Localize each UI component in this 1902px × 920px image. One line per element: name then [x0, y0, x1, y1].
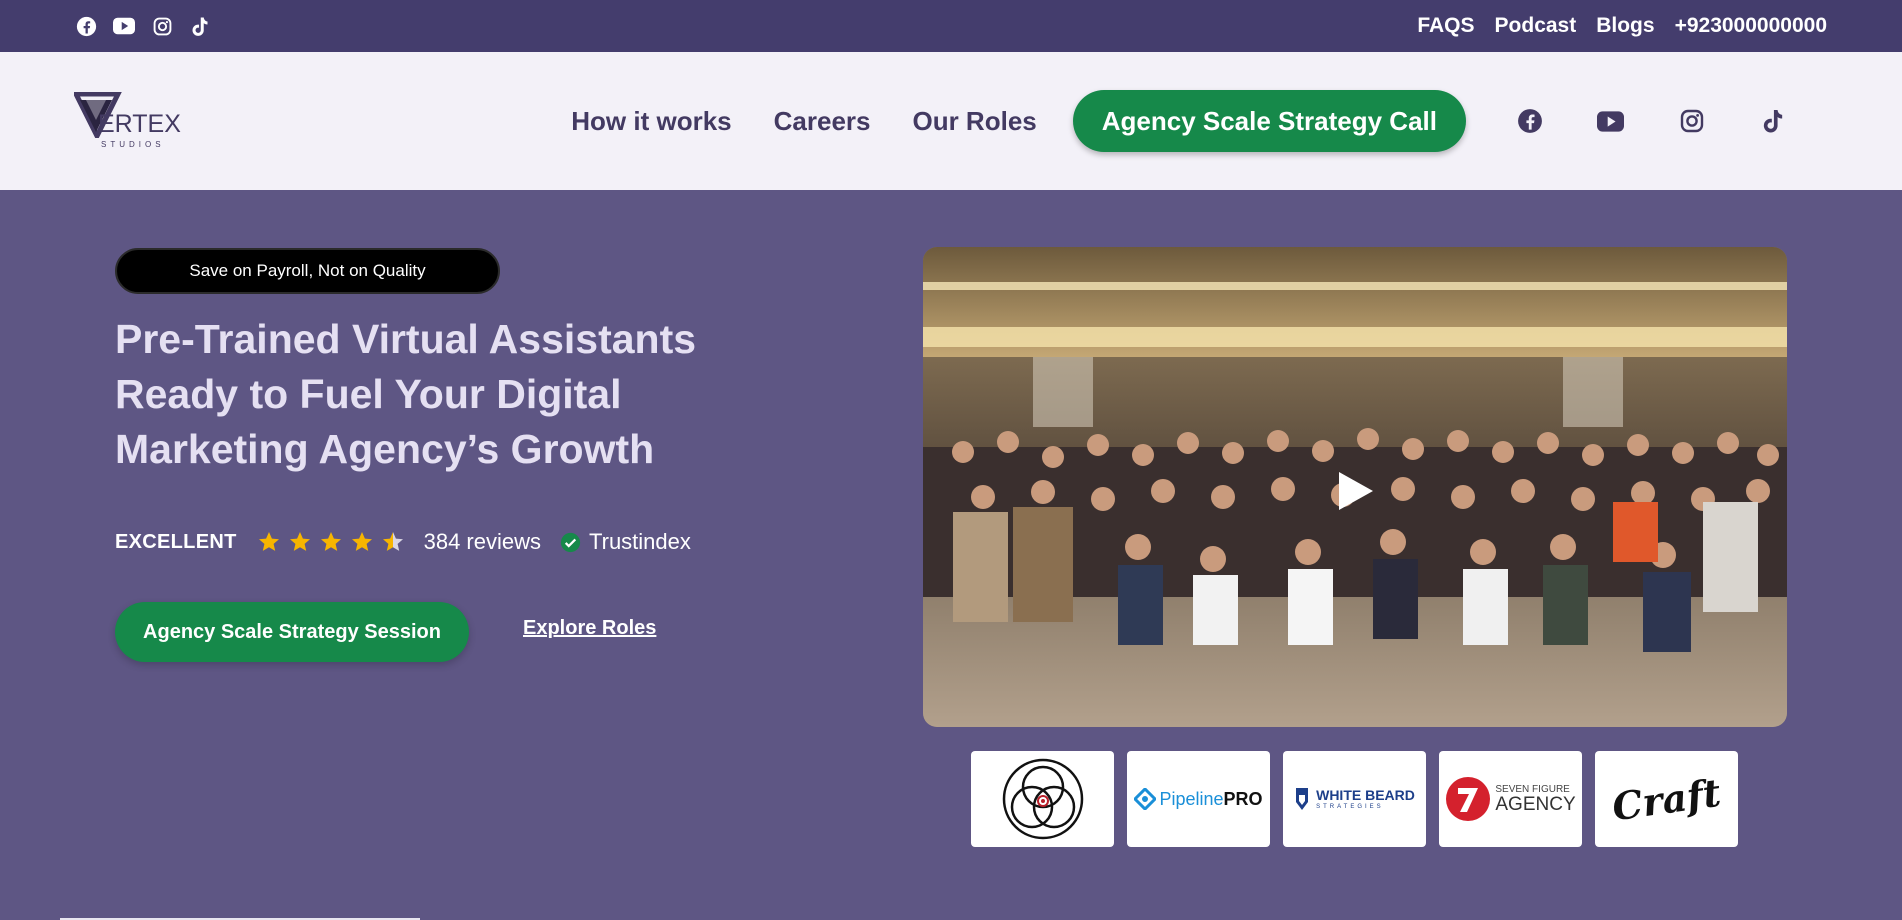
tiktok-icon[interactable] — [1759, 108, 1786, 135]
pipelinepro-text-a: Pipeline — [1159, 788, 1224, 809]
rating-stars — [257, 530, 405, 554]
youtube-icon[interactable] — [113, 15, 135, 37]
whitebeard-icon — [1296, 788, 1309, 810]
youtube-icon[interactable] — [1597, 108, 1624, 135]
check-circle-icon — [560, 532, 581, 552]
instagram-icon[interactable] — [1678, 108, 1705, 135]
hero-badge: Save on Payroll, Not on Quality — [115, 248, 500, 294]
instagram-icon[interactable] — [151, 15, 173, 37]
review-count: 384 reviews — [423, 529, 541, 554]
pipelinepro-icon — [1134, 788, 1157, 810]
sevenfigure-text-a: SEVEN FIGURE — [1495, 783, 1570, 795]
top-links: FAQS Podcast Blogs +923000000000 — [1417, 14, 1827, 38]
pipelinepro-text-b: PRO — [1223, 788, 1263, 809]
venn-circles-logo — [1002, 758, 1083, 840]
top-social-links — [75, 15, 211, 37]
star-icon — [351, 532, 372, 551]
explore-roles-link[interactable]: Explore Roles — [523, 617, 656, 640]
sevenfigure-text-b: AGENCY — [1495, 793, 1576, 815]
facebook-icon[interactable] — [1516, 108, 1543, 135]
main-nav: How it works Careers Our Roles Agency Sc… — [571, 90, 1828, 152]
facebook-icon[interactable] — [75, 15, 97, 37]
star-icon — [258, 532, 279, 551]
client-logo-whitebeard: WHITE BEARD STRATEGIES — [1283, 751, 1426, 847]
trust-rating[interactable]: EXCELLENT 384 reviews Trustindex — [115, 526, 691, 558]
craft-wordmark: Craft — [1609, 769, 1724, 829]
half-star-icon — [382, 532, 403, 551]
vertex-logo[interactable]: ERTEX STUDIOS — [74, 90, 184, 152]
top-bar: FAQS Podcast Blogs +923000000000 — [0, 0, 1902, 52]
star-icon — [320, 532, 341, 551]
star-icon — [289, 532, 310, 551]
strategy-session-button[interactable]: Agency Scale Strategy Session — [115, 602, 469, 662]
whitebeard-text: WHITE BEARD STRATEGIES — [1316, 788, 1415, 810]
logo-subtitle: STUDIOS — [101, 140, 165, 149]
nav-how-it-works[interactable]: How it works — [571, 106, 731, 137]
blogs-link[interactable]: Blogs — [1596, 14, 1654, 38]
nav-our-roles[interactable]: Our Roles — [912, 106, 1036, 137]
sevenfigure-icon — [1446, 777, 1491, 821]
client-logo-circles — [971, 751, 1114, 847]
team-video[interactable] — [923, 247, 1787, 727]
client-logos: Pipeline PRO WHITE BEARD STRATEGIES SEVEN… — [971, 751, 1738, 847]
sevenfigure-text: SEVEN FIGURE AGENCY — [1495, 783, 1576, 815]
client-logo-craft: Craft — [1595, 751, 1738, 847]
play-icon[interactable] — [1333, 469, 1377, 513]
client-logo-sevenfigure: SEVEN FIGURE AGENCY — [1439, 751, 1582, 847]
whitebeard-text-b: STRATEGIES — [1316, 804, 1384, 810]
rating-label: EXCELLENT — [115, 530, 237, 553]
hero-title: Pre-Trained Virtual Assistants Ready to … — [115, 316, 697, 472]
podcast-link[interactable]: Podcast — [1495, 14, 1577, 38]
faqs-link[interactable]: FAQS — [1417, 14, 1474, 38]
whitebeard-text-a: WHITE BEARD — [1316, 787, 1415, 803]
trustindex-label: Trustindex — [589, 529, 691, 554]
strategy-call-button[interactable]: Agency Scale Strategy Call — [1072, 90, 1466, 152]
trustindex-badge: Trustindex — [560, 529, 691, 555]
client-logo-pipelinepro: Pipeline PRO — [1127, 751, 1270, 847]
phone-link[interactable]: +923000000000 — [1675, 14, 1827, 38]
main-header: ERTEX STUDIOS How it works Careers Our R… — [0, 52, 1902, 190]
nav-careers[interactable]: Careers — [774, 106, 871, 137]
tiktok-icon[interactable] — [189, 15, 211, 37]
header-social-links — [1516, 108, 1828, 135]
logo-wordmark: ERTEX — [98, 110, 181, 138]
